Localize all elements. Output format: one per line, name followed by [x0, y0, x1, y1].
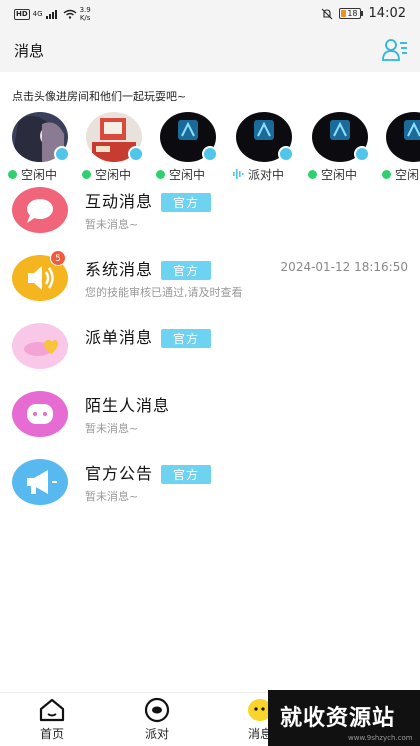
rooms-row: 空闲中 空闲中 空闲中 派对中 空闲中 空闲 — [0, 112, 420, 184]
dispatch-avatar — [12, 323, 68, 369]
watermark-url: www.9shzych.com — [348, 734, 413, 742]
message-subtitle: 暂未消息~ — [85, 422, 139, 435]
header: 消息 — [0, 28, 420, 72]
room-enter-badge — [128, 146, 144, 162]
contacts-button[interactable] — [382, 38, 408, 62]
status-right: 18 14:02 — [321, 6, 406, 21]
room-item[interactable]: 空闲中 — [308, 112, 378, 184]
interaction-avatar — [12, 187, 68, 233]
message-title-text: 陌生人消息 — [85, 396, 171, 415]
idle-dot — [82, 169, 91, 179]
message-time: 2024-01-12 18:16:50 — [280, 260, 408, 274]
room-status: 空闲中 — [382, 166, 420, 182]
room-enter-badge — [202, 146, 218, 162]
hd-badge: HD — [14, 8, 30, 20]
room-status-label: 空闲中 — [321, 167, 358, 182]
idle-dot — [382, 169, 391, 179]
watermark: 就收资源站 www.9shzych.com — [268, 690, 420, 746]
party-icon — [144, 697, 170, 723]
nav-home[interactable]: 首页 — [22, 697, 82, 743]
room-item[interactable]: 空闲中 — [382, 112, 420, 184]
message-subtitle: 暂未消息~ — [85, 490, 139, 503]
message-item-stranger[interactable]: 陌生人消息 暂未消息~ — [0, 386, 420, 452]
main-content: 点击头像进房间和他们一起玩耍吧~ 空闲中 空闲中 空闲中 派对中 空闲中 空闲 … — [0, 72, 420, 692]
stranger-avatar — [12, 391, 68, 437]
rooms-hint: 点击头像进房间和他们一起玩耍吧~ — [12, 90, 187, 103]
room-status-label: 空闲中 — [395, 167, 420, 182]
message-title: 派单消息 官方 — [85, 324, 212, 348]
room-status-label: 空闲中 — [169, 167, 206, 182]
room-enter-badge — [354, 146, 370, 162]
message-title-text: 官方公告 — [85, 464, 154, 483]
network-type: 4G — [32, 10, 43, 18]
room-enter-badge — [54, 146, 70, 162]
official-tag: 官方 — [161, 329, 212, 348]
status-left: HD 4G 3.9 K/s — [14, 6, 91, 22]
room-status-label: 派对中 — [248, 167, 285, 182]
heart-cloud-icon — [24, 339, 58, 356]
message-title: 陌生人消息 — [85, 392, 170, 416]
official-tag: 官方 — [161, 261, 212, 280]
battery-icon: 18 — [338, 8, 363, 19]
official-tag: 官方 — [161, 193, 212, 212]
idle-dot — [308, 169, 317, 179]
room-status: 空闲中 — [82, 166, 131, 182]
contacts-icon — [382, 39, 407, 61]
idle-dot — [156, 169, 165, 179]
room-status: 空闲中 — [156, 166, 205, 182]
message-item-announcement[interactable]: 官方公告 官方 暂未消息~ — [0, 454, 420, 520]
net-speed-value: 3.9 — [79, 6, 91, 14]
room-enter-badge — [278, 146, 294, 162]
home-icon — [39, 698, 65, 722]
sound-wave-icon — [233, 169, 244, 179]
speech-bubble-icon — [27, 199, 53, 223]
battery-level: 18 — [347, 9, 358, 18]
status-bar: HD 4G 3.9 K/s 18 14:02 — [0, 0, 420, 28]
room-item[interactable]: 空闲中 — [82, 112, 152, 184]
room-status-label: 空闲中 — [95, 167, 132, 182]
room-item[interactable]: 派对中 — [232, 112, 302, 184]
unread-badge: 5 — [50, 250, 66, 266]
net-speed-unit: K/s — [79, 14, 91, 22]
official-tag: 官方 — [161, 465, 212, 484]
announcement-avatar — [12, 459, 68, 505]
message-item-system[interactable]: 5 系统消息 官方 您的技能审核已通过,请及时查看 2024-01-12 18:1… — [0, 250, 420, 316]
room-item[interactable]: 空闲中 — [156, 112, 226, 184]
room-status-label: 空闲中 — [21, 167, 58, 182]
idle-dot — [8, 169, 17, 179]
message-title: 官方公告 官方 — [85, 460, 212, 484]
room-item[interactable]: 空闲中 — [8, 112, 78, 184]
nav-home-label: 首页 — [39, 727, 64, 741]
nav-party-label: 派对 — [144, 727, 169, 741]
message-subtitle: 暂未消息~ — [85, 218, 139, 231]
message-subtitle: 您的技能审核已通过,请及时查看 — [85, 286, 243, 299]
signal-icon — [45, 10, 57, 19]
clock: 14:02 — [368, 6, 406, 21]
room-status: 空闲中 — [308, 166, 357, 182]
room-status: 空闲中 — [8, 166, 57, 182]
logo-avatar — [386, 112, 420, 162]
message-title-text: 互动消息 — [85, 192, 154, 211]
message-title-text: 系统消息 — [85, 260, 154, 279]
message-title-text: 派单消息 — [85, 328, 154, 347]
message-title: 互动消息 官方 — [85, 188, 212, 212]
megaphone-icon — [27, 470, 57, 494]
chat-dots-icon — [27, 404, 53, 424]
message-item-interaction[interactable]: 互动消息 官方 暂未消息~ — [0, 182, 420, 248]
nav-party[interactable]: 派对 — [127, 697, 187, 743]
mute-icon — [321, 8, 332, 19]
watermark-text: 就收资源站 — [280, 706, 396, 731]
room-status: 派对中 — [232, 166, 284, 182]
message-title: 系统消息 官方 — [85, 256, 212, 280]
message-item-dispatch[interactable]: 派单消息 官方 — [0, 318, 420, 384]
net-speed: 3.9 K/s — [80, 6, 91, 22]
page-title: 消息 — [14, 42, 45, 60]
wifi-icon — [63, 9, 77, 19]
